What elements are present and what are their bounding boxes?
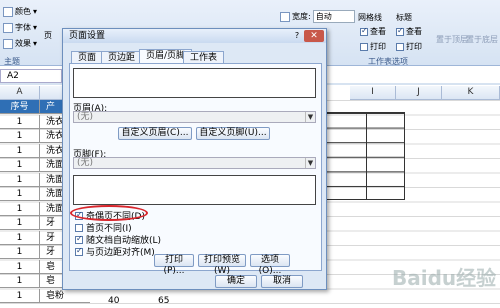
print-preview-button[interactable]: 打印预览(W)	[198, 254, 246, 276]
checkbox-icon	[75, 234, 83, 244]
headings-print-checkbox[interactable]: 打印	[396, 41, 422, 52]
gridlines-print-checkbox[interactable]: 打印	[360, 41, 386, 52]
table-cell[interactable]: 65	[158, 296, 169, 306]
header-select[interactable]: (无) ▼	[73, 111, 316, 123]
table-cell[interactable]: 1	[0, 230, 40, 245]
width-control[interactable]: 宽度: 自动	[280, 10, 355, 23]
bring-forward-button[interactable]: 置于顶层	[436, 34, 468, 45]
headings-view-checkbox[interactable]: 查看	[396, 26, 422, 37]
effects-icon	[3, 38, 13, 49]
custom-footer-button[interactable]: 自定义页脚(U)...	[196, 127, 270, 140]
margins-button[interactable]: 页	[44, 30, 52, 41]
dialog-title: 页面设置	[63, 29, 326, 43]
table-cell[interactable]: 1	[0, 259, 40, 274]
custom-header-button[interactable]: 自定义页眉(C)...	[118, 127, 192, 140]
table-cell[interactable]: 1	[0, 129, 40, 143]
print-button[interactable]: 打印(P)...	[154, 254, 194, 276]
column-header-a[interactable]: A	[0, 86, 40, 100]
header-cell-no[interactable]: 序号	[0, 100, 40, 114]
highlight-annotation	[70, 205, 148, 221]
gridlines-title: 网格线	[358, 13, 382, 22]
close-button[interactable]: ✕	[304, 30, 324, 42]
checkbox-icon	[396, 26, 404, 36]
send-backward-button[interactable]: 置于底层	[466, 34, 498, 45]
colors-icon	[3, 6, 13, 17]
dropdown-icon: ▾	[33, 39, 38, 48]
checkbox-icon	[75, 223, 83, 232]
table-cell[interactable]: 1	[0, 201, 40, 216]
table-cell[interactable]: 1	[0, 288, 40, 303]
width-select[interactable]: 自动	[312, 10, 355, 23]
table-cell[interactable]: 1	[0, 158, 40, 172]
chevron-down-icon: ▼	[305, 112, 315, 122]
bordered-range	[325, 112, 405, 200]
align-with-margins-checkbox[interactable]: 与页边距对齐(M)	[75, 245, 155, 258]
help-button[interactable]: ?	[290, 31, 304, 41]
width-icon	[280, 11, 290, 22]
table-cell[interactable]: 1	[0, 245, 40, 259]
table-cell[interactable]: 1	[0, 187, 40, 201]
name-box[interactable]: A2	[0, 69, 62, 83]
fonts-icon	[3, 22, 13, 33]
chevron-down-icon: ▼	[305, 158, 315, 168]
checkbox-icon	[360, 26, 368, 36]
page-setup-dialog: 页面设置 ? ✕ 页面 页边距 页眉/页脚 工作表 页眉(A): (无) ▼ 自定…	[62, 28, 327, 290]
dropdown-icon: ▾	[33, 7, 38, 16]
theme-effects-button[interactable]: 效果 ▾	[3, 38, 37, 49]
table-cell[interactable]: 40	[108, 296, 119, 306]
theme-colors-button[interactable]: 颜色 ▾	[3, 6, 37, 17]
table-cell[interactable]: 1	[0, 114, 40, 129]
gridlines-view-checkbox[interactable]: 查看	[360, 26, 386, 37]
table-cell[interactable]: 1	[0, 172, 40, 187]
headings-title: 标题	[396, 13, 412, 22]
checkbox-icon	[396, 42, 404, 51]
table-cell[interactable]: 皂粉	[40, 289, 90, 303]
footer-preview	[73, 175, 316, 205]
cancel-button[interactable]: 取消	[261, 275, 303, 288]
checkbox-icon	[360, 42, 368, 51]
column-header-j[interactable]: J	[396, 86, 442, 100]
table-cell[interactable]: 1	[0, 274, 40, 288]
table-cell[interactable]: 1	[0, 216, 40, 230]
footer-select[interactable]: (无) ▼	[73, 157, 316, 169]
checkbox-icon	[75, 246, 83, 256]
theme-fonts-button[interactable]: 字体 ▾	[3, 22, 37, 33]
header-footer-panel: 页眉(A): (无) ▼ 自定义页眉(C)... 自定义页脚(U)... 页脚(F…	[69, 63, 322, 276]
theme-group-label: 主题	[4, 57, 20, 66]
watermark: Baidu经验	[392, 266, 497, 290]
header-preview	[73, 68, 316, 98]
column-header-i[interactable]: I	[350, 86, 396, 100]
table-cell[interactable]: 1	[0, 143, 40, 158]
options-button[interactable]: 选项(O)...	[250, 254, 290, 276]
column-header-k[interactable]: K	[442, 86, 500, 100]
dropdown-icon: ▾	[33, 23, 38, 32]
sheet-options-label: 工作表选项	[368, 57, 408, 66]
ok-button[interactable]: 确定	[215, 275, 257, 288]
